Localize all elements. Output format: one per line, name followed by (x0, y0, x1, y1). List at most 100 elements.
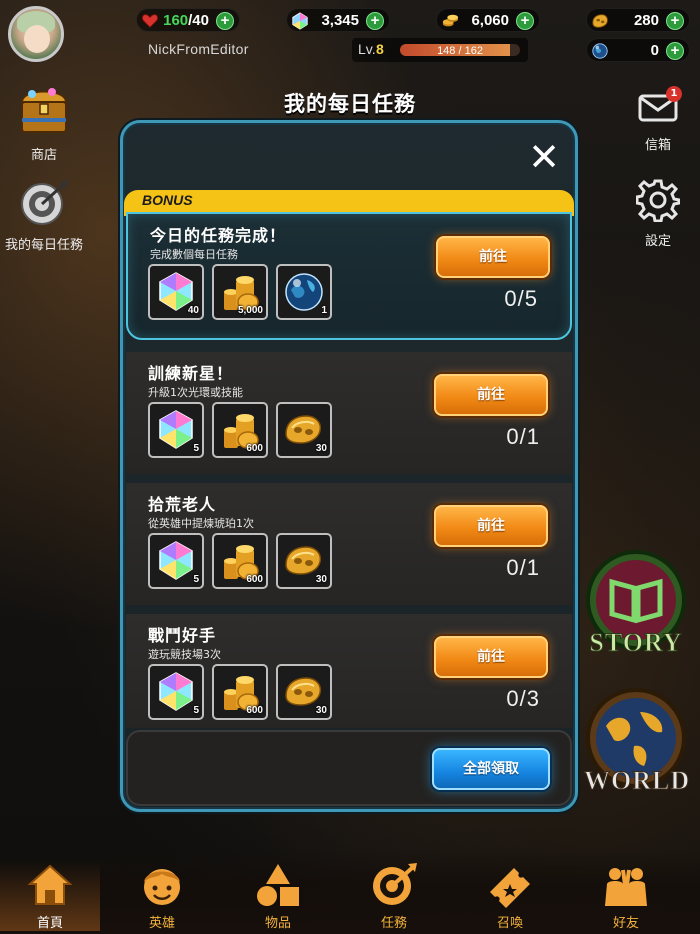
reward-quantity: 5,000 (237, 305, 263, 316)
task-progress: 0/5 (504, 286, 538, 311)
daily-tasks-button[interactable]: 我的每日任務 (0, 178, 88, 253)
reward-slot[interactable]: 600 (212, 533, 268, 589)
task-card: 拾荒老人 從英雄中提煉琥珀1次 5 600 30 前往 0/1 (126, 483, 572, 605)
claim-all-area: 全部領取 (126, 730, 572, 806)
task-title: 拾荒老人 (148, 495, 217, 514)
username: NickFromEditor (148, 41, 249, 57)
reward-slot[interactable]: 40 (148, 264, 204, 320)
reward-slot[interactable]: 600 (212, 402, 268, 458)
shop-label: 商店 (30, 148, 57, 163)
story-label: STORY (589, 628, 683, 658)
friends-icon (605, 868, 647, 906)
reward-quantity: 5 (193, 705, 199, 716)
world-button[interactable]: WORLD (584, 686, 691, 806)
task-description: 完成數個每日任務 (150, 248, 238, 261)
reward-slot[interactable]: 5 (148, 664, 204, 720)
home-icon (27, 864, 73, 905)
reward-quantity: 30 (315, 705, 327, 716)
nav-label: 物品 (264, 916, 291, 931)
mailbox-label: 信箱 (644, 138, 671, 153)
coins-value: 6,060 (471, 11, 509, 29)
task-progress: 0/3 (506, 686, 540, 711)
coins-counter: 6,060 + (436, 8, 540, 32)
page-title: 我的每日任務 (284, 92, 416, 116)
heart-icon (141, 14, 159, 28)
close-button[interactable]: ✕ (524, 138, 564, 178)
shapes-icon (257, 864, 299, 906)
reward-quantity: 5 (193, 443, 199, 454)
nav-label: 英雄 (148, 916, 175, 931)
nav-home[interactable]: 首頁 (0, 862, 100, 931)
daily-tasks-label: 我的每日任務 (4, 238, 83, 253)
ticket-icon (490, 868, 530, 908)
settings-button[interactable]: 設定 (628, 178, 688, 249)
nav-label: 召喚 (496, 916, 523, 931)
reward-quantity: 1 (321, 305, 327, 316)
reward-quantity: 600 (246, 705, 263, 716)
go-button[interactable]: 前往 (434, 505, 548, 547)
orb-icon (592, 43, 608, 59)
hearts-counter: 160 /40 + (136, 8, 240, 32)
task-title: 今日的任務完成！ (150, 226, 287, 245)
nav-label: 首頁 (36, 916, 63, 931)
target-icon (373, 863, 417, 905)
task-description: 升級1次光環或技能 (148, 386, 243, 399)
task-card-bonus: 今日的任務完成！ 完成數個每日任務 40 5,000 1 前往 0/5 (126, 212, 572, 340)
target-icon (21, 180, 68, 225)
task-description: 從英雄中提煉琥珀1次 (148, 517, 254, 530)
task-progress: 0/1 (506, 555, 540, 580)
reward-slot[interactable]: 5,000 (212, 264, 268, 320)
reward-slot[interactable]: 5 (148, 402, 204, 458)
nav-summon[interactable]: 召喚 (460, 862, 560, 931)
go-button[interactable]: 前往 (434, 374, 548, 416)
task-description: 遊玩競技場3次 (148, 648, 221, 661)
go-button[interactable]: 前往 (436, 236, 550, 278)
reward-slot[interactable]: 1 (276, 264, 332, 320)
reward-slot[interactable]: 5 (148, 533, 204, 589)
nav-tasks[interactable]: 任務 (344, 862, 444, 931)
task-progress: 0/1 (506, 424, 540, 449)
settings-label: 設定 (644, 234, 671, 249)
claim-all-button[interactable]: 全部領取 (432, 748, 550, 790)
nav-friends[interactable]: 好友 (576, 862, 676, 931)
bonus-label: BONUS (142, 192, 193, 208)
reward-quantity: 40 (187, 305, 199, 316)
level-label: Lv. (358, 41, 376, 57)
go-button[interactable]: 前往 (434, 636, 548, 678)
amber-value: 280 (633, 11, 659, 29)
xp-text: 148 / 162 (437, 45, 483, 57)
add-amber-button[interactable]: + (666, 12, 684, 30)
reward-slot[interactable]: 30 (276, 533, 332, 589)
level-value: 8 (376, 41, 384, 57)
reward-quantity: 30 (315, 443, 327, 454)
level-box: Lv. 8 148 / 162 (352, 38, 528, 62)
add-coins-button[interactable]: + (516, 12, 534, 30)
nav-label: 任務 (380, 916, 407, 931)
add-gems-button[interactable]: + (366, 12, 384, 30)
reward-quantity: 5 (193, 574, 199, 585)
nav-heroes[interactable]: 英雄 (112, 862, 212, 931)
coin-icon (442, 14, 459, 27)
reward-slot[interactable]: 30 (276, 402, 332, 458)
story-button[interactable]: STORY (584, 548, 688, 668)
nav-items[interactable]: 物品 (228, 862, 328, 931)
reward-quantity: 600 (246, 574, 263, 585)
add-hearts-button[interactable]: + (216, 12, 234, 30)
gear-icon (635, 179, 681, 223)
add-orbs-button[interactable]: + (666, 42, 684, 60)
reward-slot[interactable]: 30 (276, 664, 332, 720)
reward-slot[interactable]: 600 (212, 664, 268, 720)
bottom-nav: 首頁 英雄 物品 任務 召喚 好友 (0, 850, 700, 934)
rainbow-gem-icon (159, 672, 193, 711)
blue-orb-icon (285, 273, 323, 311)
world-label: WORLD (584, 766, 691, 796)
nav-label: 好友 (612, 916, 639, 931)
player-avatar[interactable] (8, 6, 64, 62)
orbs-counter: 0 + (586, 38, 690, 62)
amber-icon (592, 14, 608, 28)
rainbow-gem-icon (159, 410, 193, 449)
avatar-face (24, 25, 50, 53)
task-card: 訓練新星！ 升級1次光環或技能 5 600 30 前往 0/1 (126, 352, 572, 474)
hero-face-icon (144, 869, 180, 905)
amber-counter: 280 + (586, 8, 690, 32)
